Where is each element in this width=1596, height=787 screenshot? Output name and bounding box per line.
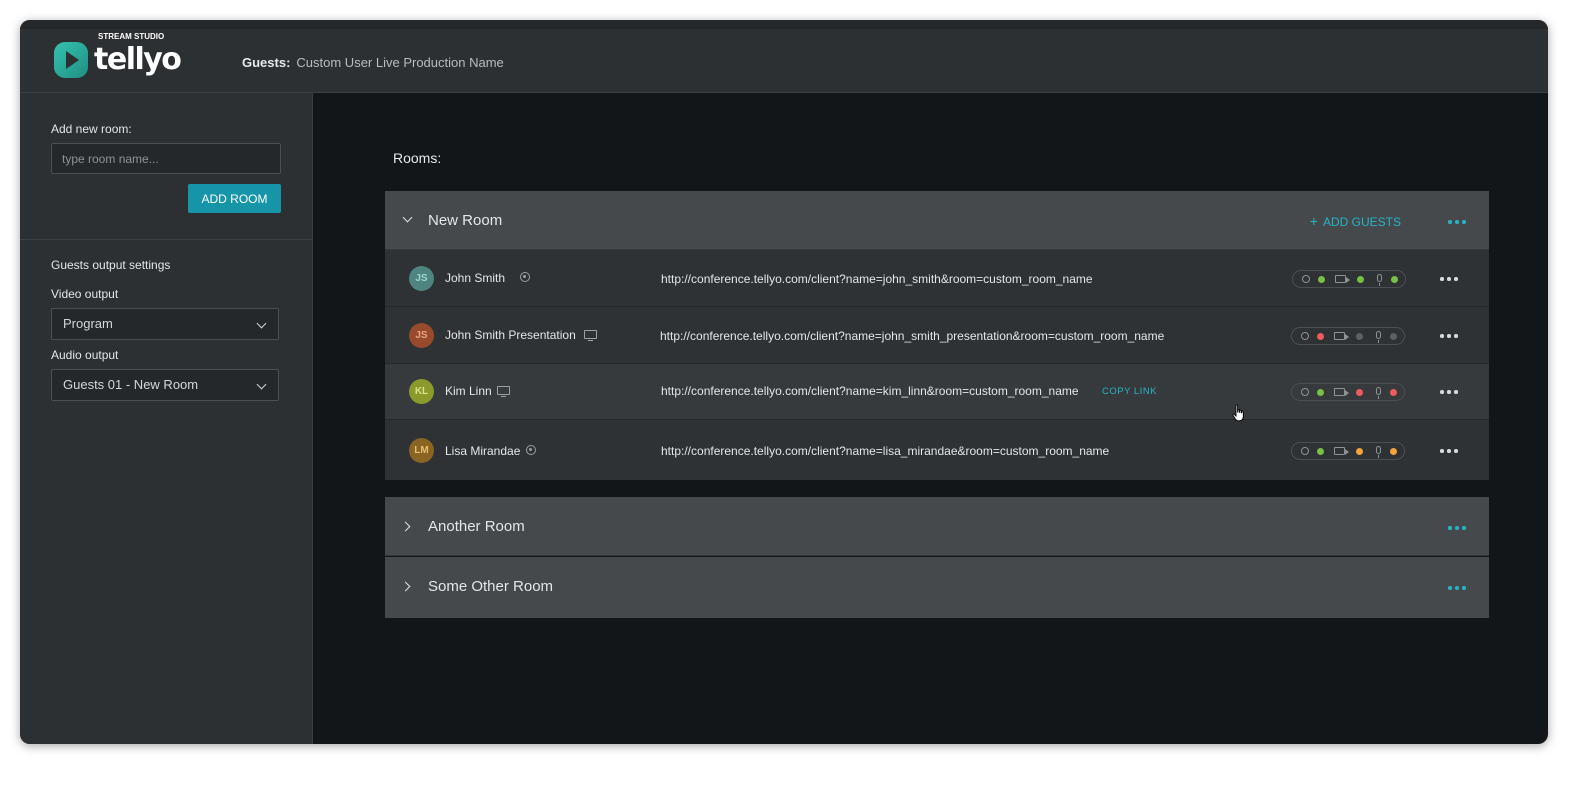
guest-name: John Smith Presentation (445, 328, 576, 342)
add-guests-button[interactable]: + ADD GUESTS (1310, 213, 1401, 229)
guest-url[interactable]: http://conference.tellyo.com/client?name… (661, 384, 1079, 398)
room-name: Some Other Room (428, 578, 554, 595)
status-pill (1291, 442, 1405, 460)
room-more-icon[interactable] (1447, 525, 1467, 531)
avatar: JS (409, 323, 434, 348)
audio-status-dot (1391, 276, 1398, 283)
chevron-right-icon[interactable] (400, 521, 411, 532)
video-icon (1335, 275, 1350, 283)
room-header[interactable]: Some Other Room (385, 557, 1489, 618)
room-panel-new-room: New Room + ADD GUESTS JS John Smith http:… (385, 191, 1489, 480)
link-icon (1299, 330, 1311, 342)
guest-more-icon[interactable] (1439, 389, 1459, 395)
mic-icon (1376, 331, 1381, 343)
add-room-label: Add new room: (51, 122, 132, 136)
app-window: tellyo STREAM STUDIO Guests: Custom User … (20, 20, 1548, 744)
production-name: Custom User Live Production Name (296, 55, 504, 70)
add-room-button[interactable]: ADD ROOM (188, 184, 281, 213)
webcam-icon (526, 445, 536, 455)
guest-row[interactable]: JS John Smith Presentation http://confer… (385, 307, 1489, 364)
room-header[interactable]: New Room + ADD GUESTS (385, 191, 1489, 250)
video-icon (1334, 388, 1349, 396)
logo-word: tellyo (94, 42, 182, 77)
hand-cursor-icon (1232, 404, 1244, 422)
sidebar-divider (20, 239, 312, 240)
video-status-dot (1357, 276, 1364, 283)
logo-subtitle: STREAM STUDIO (98, 32, 165, 41)
status-pill (1291, 327, 1405, 345)
room-name-input[interactable] (51, 143, 281, 174)
room-header[interactable]: Another Room (385, 497, 1489, 556)
room-name: New Room (428, 212, 503, 229)
video-output-select[interactable]: Program (51, 308, 279, 340)
guest-more-icon[interactable] (1439, 448, 1459, 454)
audio-status-dot (1390, 448, 1397, 455)
link-status-dot (1317, 333, 1324, 340)
screen-icon (584, 330, 597, 342)
video-status-dot (1356, 333, 1363, 340)
guest-row[interactable]: JS John Smith http://conference.tellyo.c… (385, 250, 1489, 307)
screen-icon (497, 386, 510, 398)
guest-url[interactable]: http://conference.tellyo.com/client?name… (661, 272, 1093, 286)
webcam-icon (520, 272, 530, 282)
link-icon (1299, 386, 1311, 398)
guest-name: John Smith (445, 271, 506, 285)
copy-link-button[interactable]: COPY LINK (1102, 386, 1157, 397)
status-pill (1291, 383, 1405, 401)
breadcrumb-label: Guests: (242, 55, 291, 70)
audio-status-dot (1390, 333, 1397, 340)
plus-icon: + (1309, 213, 1318, 229)
rooms-title: Rooms: (393, 150, 442, 166)
link-status-dot (1317, 448, 1324, 455)
status-pill (1292, 270, 1406, 288)
breadcrumb: Guests: Custom User Live Production Name (242, 55, 504, 70)
audio-output-select[interactable]: Guests 01 - New Room (51, 369, 279, 401)
mic-icon (1376, 387, 1381, 399)
add-guests-label: ADD GUESTS (1322, 215, 1401, 229)
link-icon (1300, 273, 1312, 285)
guest-row[interactable]: LM Lisa Mirandae http://conference.telly… (385, 420, 1489, 480)
play-logo-icon (54, 42, 88, 78)
avatar: KL (409, 379, 434, 404)
guest-name: Lisa Mirandae (445, 444, 521, 458)
tellyo-logo[interactable]: tellyo STREAM STUDIO (54, 32, 182, 78)
chevron-right-icon[interactable] (400, 581, 411, 592)
video-output-label: Video output (51, 287, 119, 301)
avatar: LM (409, 438, 434, 463)
room-more-icon[interactable] (1447, 585, 1467, 591)
avatar: JS (409, 266, 434, 291)
audio-status-dot (1390, 389, 1397, 396)
guest-row[interactable]: KL Kim Linn http://conference.tellyo.com… (385, 364, 1489, 420)
video-status-dot (1356, 448, 1363, 455)
audio-output-label: Audio output (51, 348, 119, 362)
video-icon (1334, 332, 1349, 340)
guest-name: Kim Linn (445, 384, 492, 398)
guest-url[interactable]: http://conference.tellyo.com/client?name… (660, 329, 1164, 343)
link-icon (1299, 445, 1311, 457)
video-output-value: Program (63, 316, 113, 331)
chevron-down-icon (256, 318, 267, 329)
room-name: Another Room (428, 518, 525, 535)
mic-icon (1376, 446, 1381, 458)
link-status-dot (1318, 276, 1325, 283)
room-more-icon[interactable] (1447, 219, 1467, 225)
output-settings-label: Guests output settings (51, 258, 171, 272)
chevron-down-icon (256, 379, 267, 390)
top-header: tellyo STREAM STUDIO Guests: Custom User … (20, 20, 1548, 93)
video-icon (1334, 447, 1349, 455)
video-status-dot (1356, 389, 1363, 396)
link-status-dot (1317, 389, 1324, 396)
room-panel-some-other-room: Some Other Room (385, 557, 1489, 618)
chevron-down-icon[interactable] (402, 212, 413, 223)
audio-output-value: Guests 01 - New Room (63, 377, 199, 392)
guest-more-icon[interactable] (1439, 276, 1459, 282)
guest-url[interactable]: http://conference.tellyo.com/client?name… (661, 444, 1109, 458)
sidebar: Add new room: ADD ROOM Guests output set… (20, 93, 313, 744)
mic-icon (1377, 274, 1382, 286)
guest-more-icon[interactable] (1439, 333, 1459, 339)
room-panel-another-room: Another Room (385, 497, 1489, 556)
